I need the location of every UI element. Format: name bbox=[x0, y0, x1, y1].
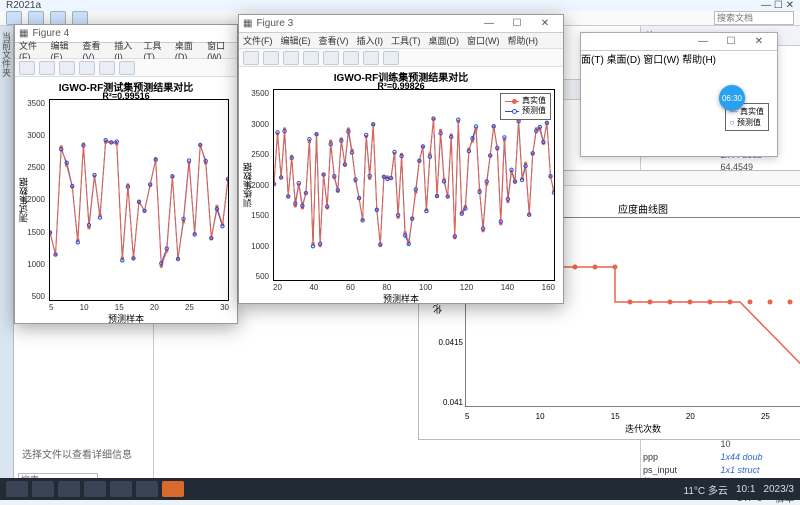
start-icon[interactable] bbox=[6, 481, 28, 497]
new-icon[interactable] bbox=[28, 11, 44, 25]
fig4-xlabel: 预测样本 bbox=[15, 312, 237, 325]
menu-item[interactable]: 窗口(W) bbox=[467, 34, 500, 47]
close-icon[interactable]: ✕ bbox=[531, 18, 559, 29]
rotate-icon[interactable] bbox=[99, 61, 115, 75]
close-icon[interactable]: ✕ bbox=[786, 0, 794, 11]
explorer-icon[interactable] bbox=[110, 481, 132, 497]
menu-item[interactable]: 文件(F) bbox=[243, 34, 273, 47]
menu-item[interactable]: 桌面(D) bbox=[607, 55, 641, 66]
rotate-icon[interactable] bbox=[323, 51, 339, 65]
doc-search-input[interactable] bbox=[714, 11, 794, 25]
fig3-axes-container: IGWO-RF训练集预测结果对比 R²=0.99826 训练集数据 350030… bbox=[239, 67, 563, 303]
print-icon[interactable] bbox=[39, 61, 55, 75]
cursor-icon[interactable] bbox=[343, 51, 359, 65]
matlab-window-controls: — ☐ ✕ bbox=[761, 0, 794, 11]
insert-icon[interactable] bbox=[383, 51, 399, 65]
brush-icon[interactable] bbox=[363, 51, 379, 65]
weather-widget[interactable]: 11°C 多云 bbox=[684, 482, 728, 497]
menu-item[interactable]: 编辑(E) bbox=[281, 34, 311, 47]
menu-item[interactable]: 查看(V) bbox=[319, 34, 349, 47]
print-icon[interactable] bbox=[263, 51, 279, 65]
workspace-row[interactable]: ps_input1x1 struct bbox=[643, 464, 798, 477]
matlab-task-icon[interactable] bbox=[162, 481, 184, 497]
figure-3-window[interactable]: ▦ Figure 3 — ☐ ✕ 文件(F) 编辑(E) 查看(V) 插入(I)… bbox=[238, 14, 564, 304]
fig3-toolbar bbox=[239, 49, 563, 67]
iter-xlabel: 迭代次数 bbox=[419, 422, 800, 435]
zoom-icon[interactable] bbox=[283, 51, 299, 65]
minimize-icon[interactable]: — bbox=[689, 36, 717, 47]
fig3-icon: ▦ bbox=[243, 18, 252, 29]
save-icon[interactable] bbox=[72, 11, 88, 25]
menu-item[interactable]: 帮助(H) bbox=[508, 34, 539, 47]
home-icon[interactable] bbox=[6, 11, 22, 25]
fig4-yticks: 350030002500200015001000500 bbox=[15, 99, 47, 301]
stub-figure: —☐✕ 面(T) 桌面(D) 窗口(W) 帮助(H) — 真实值 ○ 预测值 bbox=[580, 32, 778, 157]
recording-bubble[interactable]: 06:30 bbox=[719, 85, 745, 111]
fig4-menubar: 文件(F) 编辑(E) 查看(V) 插入(I) 工具(T) 桌面(D) 窗口(W… bbox=[15, 43, 237, 59]
fig4-axes-container: IGWO-RF测试集预测结果对比 R²=0.99516 测试集数据 350030… bbox=[15, 77, 237, 323]
maximize-icon[interactable]: ☐ bbox=[717, 36, 745, 47]
maximize-icon[interactable]: ☐ bbox=[774, 0, 783, 11]
fig3-legend[interactable]: 真实值 预测值 bbox=[500, 93, 551, 120]
close-icon[interactable]: ✕ bbox=[745, 36, 773, 47]
menu-item[interactable]: 工具(T) bbox=[391, 34, 421, 47]
menu-item[interactable]: 面(T) bbox=[581, 55, 604, 66]
menu-item[interactable]: 帮助(H) bbox=[682, 55, 716, 66]
task-icon[interactable] bbox=[32, 481, 54, 497]
matlab-titlebar: R2021a — ☐ ✕ bbox=[0, 0, 800, 11]
fig3-xlabel: 预测样本 bbox=[239, 292, 563, 305]
menu-item[interactable]: 桌面(D) bbox=[429, 34, 460, 47]
fig4-axes[interactable] bbox=[49, 99, 229, 301]
zoom-icon[interactable] bbox=[59, 61, 75, 75]
fig3-menubar: 文件(F) 编辑(E) 查看(V) 插入(I) 工具(T) 桌面(D) 窗口(W… bbox=[239, 33, 563, 49]
task-icon[interactable] bbox=[58, 481, 80, 497]
fig4-toolbar bbox=[15, 59, 237, 77]
task-icon[interactable] bbox=[136, 481, 158, 497]
clock-time[interactable]: 10:1 bbox=[736, 484, 755, 495]
edge-icon[interactable] bbox=[84, 481, 106, 497]
clock-date[interactable]: 2023/3 bbox=[763, 484, 794, 495]
save-icon[interactable] bbox=[243, 51, 259, 65]
data-icon[interactable] bbox=[119, 61, 135, 75]
windows-taskbar: 11°C 多云 10:1 2023/3 bbox=[0, 478, 800, 500]
minimize-icon[interactable]: — bbox=[475, 18, 503, 29]
fig3-title: Figure 3 bbox=[256, 18, 293, 29]
iter-xticks: 51015202530 bbox=[465, 412, 800, 421]
pan-icon[interactable] bbox=[79, 61, 95, 75]
pan-icon[interactable] bbox=[303, 51, 319, 65]
fig3-yticks: 350030002500200015001000500 bbox=[239, 89, 271, 281]
current-folder-collapsed[interactable]: 当前文件夹 bbox=[0, 26, 14, 491]
workspace-row[interactable]: 10 bbox=[643, 438, 798, 451]
menu-item[interactable]: 窗口(W) bbox=[643, 55, 679, 66]
matlab-title: R2021a bbox=[6, 0, 41, 11]
save-icon[interactable] bbox=[19, 61, 35, 75]
maximize-icon[interactable]: ☐ bbox=[503, 18, 531, 29]
figure-4-window[interactable]: ▦ Figure 4 文件(F) 编辑(E) 查看(V) 插入(I) 工具(T)… bbox=[14, 24, 238, 324]
workspace-row[interactable]: ppp1x44 doub bbox=[643, 451, 798, 464]
fig4-title: Figure 4 bbox=[32, 28, 69, 39]
menu-item[interactable]: 插入(I) bbox=[357, 34, 384, 47]
minimize-icon[interactable]: — bbox=[761, 0, 771, 11]
open-icon[interactable] bbox=[50, 11, 66, 25]
fig4-icon: ▦ bbox=[19, 28, 28, 39]
details-hint: 选择文件以查看详细信息 bbox=[14, 438, 153, 469]
